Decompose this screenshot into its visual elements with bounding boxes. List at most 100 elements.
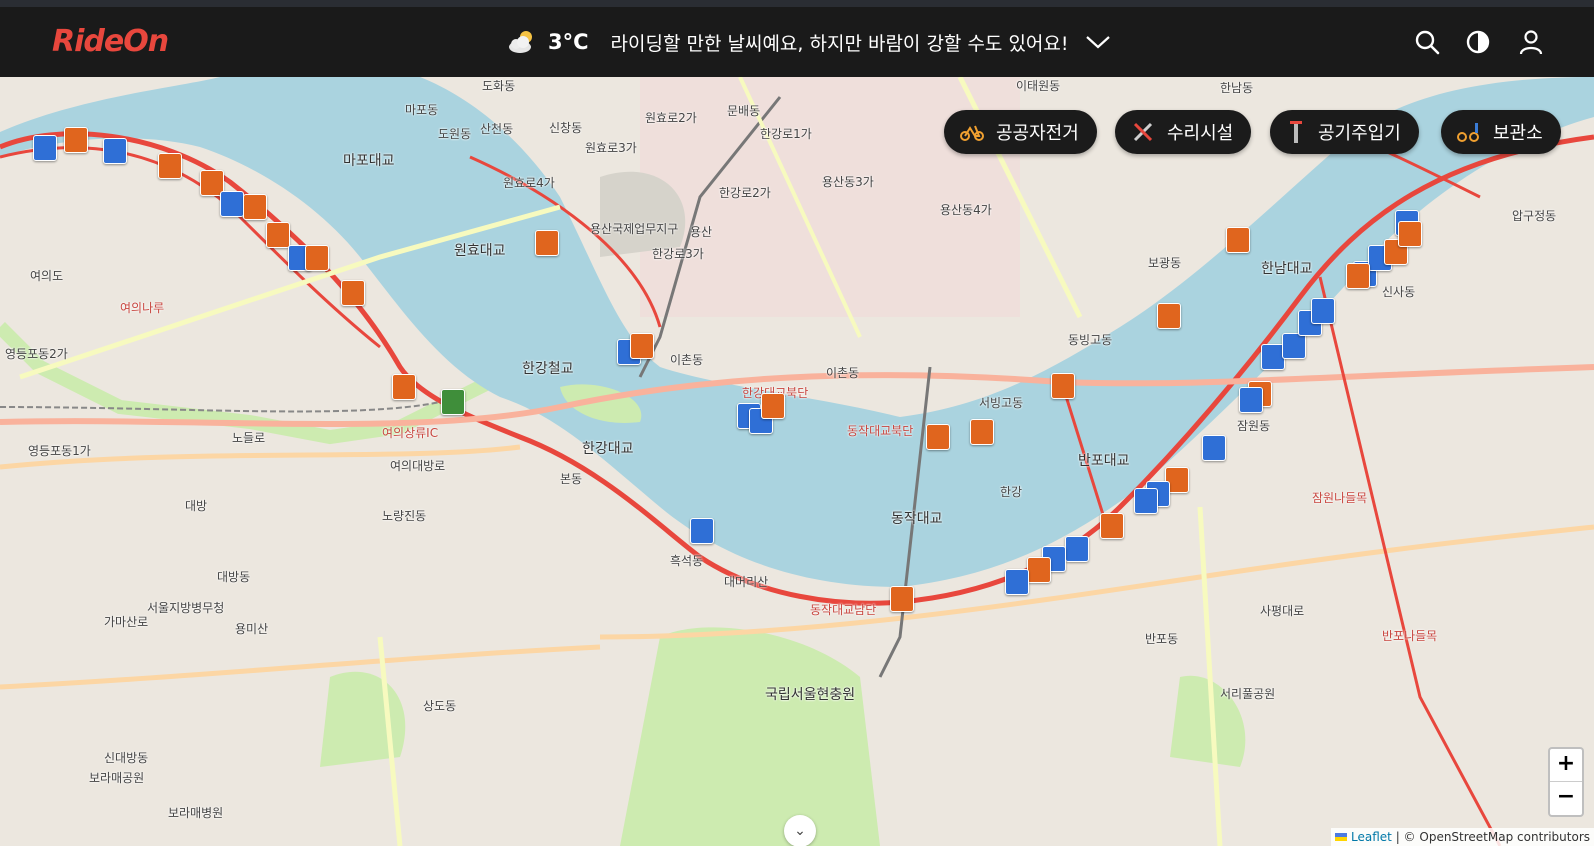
chevron-down-icon[interactable]: ⌄ — [784, 815, 816, 846]
logo[interactable]: RideOn — [52, 24, 169, 59]
flag-icon — [1335, 833, 1348, 841]
map-label: 동작대교 — [891, 511, 943, 527]
filter-storage[interactable]: 보관소 — [1441, 110, 1561, 154]
map-label: 용미산 — [235, 622, 269, 636]
facility-marker[interactable] — [305, 245, 329, 271]
facility-marker[interactable] — [1398, 221, 1422, 247]
bike-station-marker[interactable] — [1005, 569, 1029, 595]
map-label: 한강로1가 — [760, 127, 812, 141]
bike-station-marker[interactable] — [1065, 536, 1089, 562]
facility-marker[interactable] — [266, 222, 290, 248]
map-label: 압구정동 — [1512, 209, 1557, 223]
map-label: 대방 — [185, 499, 208, 513]
facility-marker[interactable] — [64, 127, 88, 153]
map-view[interactable]: 도화동 마포동 도원동 신창동 원효로2가 문배동 이태원동 한남동 한강로1가… — [0, 77, 1594, 846]
facility-marker[interactable] — [630, 333, 654, 359]
map-label: 신대방동 — [104, 751, 149, 765]
map-label: 동작대교북단 — [847, 424, 914, 438]
map-label: 용산동4가 — [940, 203, 992, 217]
contrast-icon[interactable] — [1463, 27, 1493, 57]
map-label: 서리풀공원 — [1220, 687, 1276, 701]
map-label: 한강철교 — [522, 361, 574, 377]
bike-station-marker[interactable] — [103, 138, 127, 164]
zoom-in-button[interactable]: + — [1550, 749, 1582, 782]
filter-label: 보관소 — [1493, 123, 1543, 144]
facility-marker[interactable] — [1051, 373, 1075, 399]
zoom-out-button[interactable]: − — [1550, 782, 1582, 814]
bike-station-marker[interactable] — [33, 135, 57, 161]
bike-station-marker[interactable] — [1239, 387, 1263, 413]
facility-marker[interactable] — [535, 230, 559, 256]
facility-marker[interactable] — [158, 153, 182, 179]
map-label: 한강대교 — [582, 441, 634, 457]
facility-marker[interactable] — [926, 424, 950, 450]
map-label: 흑석동 — [670, 554, 704, 568]
temperature: 3°C — [548, 30, 589, 54]
cloud-sun-icon — [509, 31, 532, 53]
bike-station-marker[interactable] — [1134, 488, 1158, 514]
map-label: 보광동 — [1148, 256, 1182, 270]
bike-station-marker[interactable] — [1311, 298, 1335, 324]
facility-marker[interactable] — [341, 280, 365, 306]
filter-label: 공공자전거 — [996, 123, 1079, 144]
bike-station-marker[interactable] — [220, 191, 244, 217]
filter-air-pump[interactable]: 공기주입기 — [1270, 110, 1419, 154]
map-label: 신사동 — [1382, 285, 1416, 299]
bike-station-marker[interactable] — [1202, 435, 1226, 461]
map-label: 노량진동 — [382, 509, 427, 523]
facility-marker[interactable] — [970, 419, 994, 445]
chevron-down-icon[interactable] — [1085, 34, 1111, 50]
map-label: 도원동 — [438, 127, 472, 141]
leaflet-link[interactable]: Leaflet — [1351, 830, 1392, 844]
storage-marker[interactable] — [441, 389, 465, 415]
map-label: 보라매병원 — [168, 806, 224, 820]
facility-marker[interactable] — [1226, 227, 1250, 253]
weather-widget[interactable]: 3°C 라이딩할 만한 날씨예요, 하지만 바람이 강할 수도 있어요! — [506, 23, 1111, 61]
map-label: 영등포동2가 — [5, 347, 68, 361]
map-label: 대방동 — [217, 570, 251, 584]
map-label: 동빙고동 — [1068, 333, 1113, 347]
map-label: 동작대교남단 — [810, 603, 877, 617]
map-label: 잠원나들목 — [1312, 491, 1368, 505]
filter-repair[interactable]: 수리시설 — [1115, 110, 1252, 154]
facility-marker[interactable] — [243, 194, 267, 220]
filter-label: 공기주입기 — [1318, 123, 1401, 144]
map-label: 반포대교 — [1078, 453, 1130, 469]
facility-marker[interactable] — [761, 393, 785, 419]
zoom-control: + − — [1548, 747, 1584, 817]
top-strip — [0, 0, 1594, 7]
map-label: 보라매공원 — [89, 771, 145, 785]
user-icon[interactable] — [1516, 27, 1546, 57]
facility-marker[interactable] — [1100, 513, 1124, 539]
filter-public-bike[interactable]: 공공자전거 — [944, 110, 1097, 154]
map-label: 용산국제업무지구 — [590, 222, 679, 236]
map-label: 여의대방로 — [390, 459, 446, 473]
search-icon[interactable] — [1412, 27, 1442, 57]
map-label: 한강로3가 — [652, 247, 704, 261]
map-label: 용산 — [690, 225, 713, 239]
facility-marker[interactable] — [890, 586, 914, 612]
map-attribution: Leaflet | © OpenStreetMap contributors — [1331, 828, 1594, 846]
map-label: 한남대교 — [1261, 261, 1313, 277]
bicycle-icon — [960, 125, 984, 141]
map-label: 이촌동 — [670, 353, 704, 367]
map-label: 산천동 — [480, 122, 514, 136]
facility-marker[interactable] — [1157, 303, 1181, 329]
tools-icon — [1133, 122, 1153, 142]
facility-marker[interactable] — [392, 374, 416, 400]
map-label: 이태원동 — [1016, 79, 1061, 93]
map-label: 사평대로 — [1260, 604, 1305, 618]
map-label: 본동 — [560, 472, 583, 486]
map-label: 서빙고동 — [979, 396, 1024, 410]
map-label: 한강 — [1000, 485, 1023, 499]
bike-station-marker[interactable] — [690, 518, 714, 544]
map-label: 여의상류IC — [382, 426, 439, 440]
weather-message: 라이딩할 만한 날씨예요, 하지만 바람이 강할 수도 있어요! — [610, 32, 1069, 55]
facility-marker[interactable] — [1346, 263, 1370, 289]
map-label: 원효로4가 — [503, 176, 555, 190]
facility-marker[interactable] — [1027, 557, 1051, 583]
map-label: 국립서울현충원 — [765, 687, 856, 703]
bike-station-marker[interactable] — [1282, 333, 1306, 359]
map-label: 여의도 — [30, 269, 64, 283]
map-label: 원효대교 — [454, 243, 506, 259]
